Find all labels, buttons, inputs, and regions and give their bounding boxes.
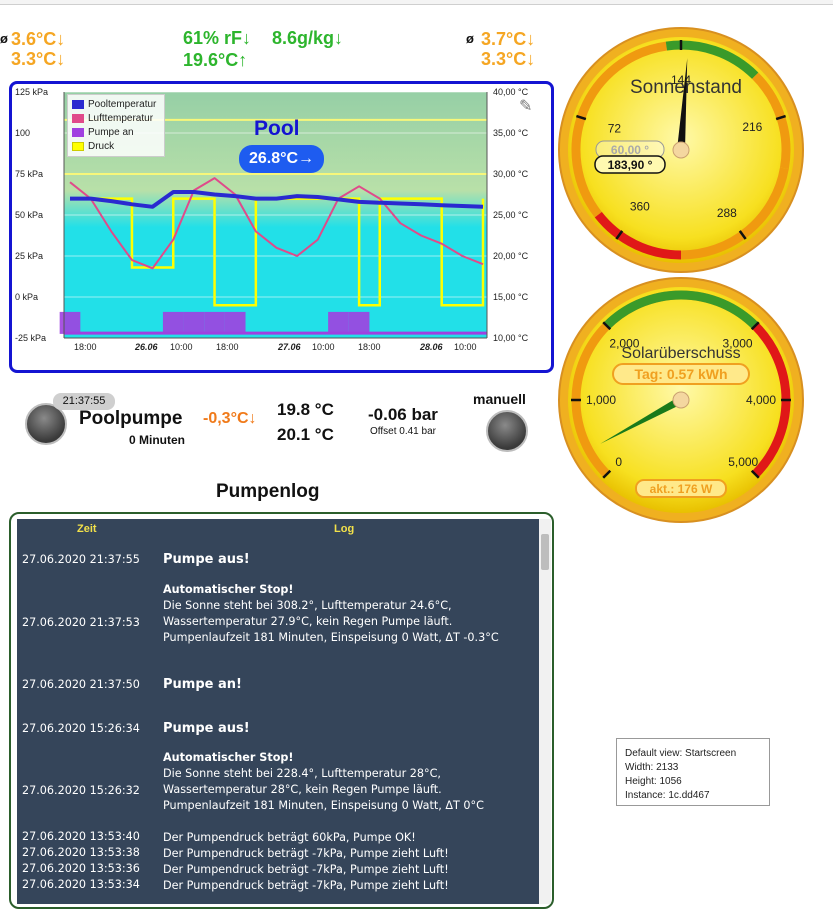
mode-label: manuell bbox=[473, 391, 526, 407]
y-left-tick-label: 50 kPa bbox=[15, 210, 43, 220]
info-instance: Instance: 1c.dd467 bbox=[625, 790, 710, 801]
browser-top-edge bbox=[0, 0, 833, 5]
pumpenlog-title: Pumpenlog bbox=[216, 481, 320, 502]
x-tick-label: 10:00 bbox=[170, 342, 193, 352]
x-tick-label: 10:00 bbox=[312, 342, 335, 352]
gauge-current-label: akt.: 176 W bbox=[650, 482, 713, 496]
pump-delta: -0,3°C↓ bbox=[203, 410, 257, 427]
legend-item-pool: Pooltemperatur bbox=[72, 97, 160, 111]
info-height: Height: 1056 bbox=[625, 776, 682, 787]
x-tick-label: 18:00 bbox=[216, 342, 239, 352]
gauge-tick-label: 5,000 bbox=[728, 455, 758, 469]
pump-on-bar bbox=[204, 311, 225, 334]
gauge-day-label: Tag: 0.57 kWh bbox=[634, 366, 727, 382]
pool-chart[interactable]: 125 kPa 100 75 kPa 50 kPa 25 kPa 0 kPa -25 kPa… bbox=[9, 81, 554, 373]
legend-item-luft: Lufttemperatur bbox=[72, 111, 160, 125]
gauge-tick-label: 72 bbox=[608, 121, 622, 135]
gauge-title: Solarüberschuss bbox=[621, 345, 740, 362]
y-right-tick-label: 15,00 °C bbox=[493, 292, 529, 302]
y-left-tick-label: 125 kPa bbox=[15, 87, 48, 97]
x-tick-label: 26.06 bbox=[134, 342, 159, 352]
gauge-tick-label: 360 bbox=[630, 200, 650, 214]
y-right-tick-label: 25,00 °C bbox=[493, 210, 529, 220]
gauge-tick-label: 288 bbox=[717, 206, 737, 220]
y-right-tick-label: 10,00 °C bbox=[493, 333, 529, 343]
x-tick-label: 28.06 bbox=[419, 342, 444, 352]
pumpenlog-body: Zeit Log 27.06.2020 21:37:55 Pumpe aus! … bbox=[17, 519, 539, 904]
right-temp-1: 3.7°C↓ bbox=[481, 29, 536, 49]
pump-on-bar bbox=[59, 311, 81, 334]
right-temp-2: 3.3°C↓ bbox=[481, 49, 536, 69]
pump-on-bar bbox=[348, 311, 370, 334]
x-tick-label: 18:00 bbox=[358, 342, 381, 352]
info-width: Width: 2133 bbox=[625, 762, 679, 773]
humidity-readout: 61% rF↓ bbox=[183, 28, 252, 48]
y-left-tick-label: -25 kPa bbox=[15, 333, 46, 343]
y-right-tick-label: 35,00 °C bbox=[493, 128, 529, 138]
y-left-tick-label: 100 bbox=[15, 128, 30, 138]
pump-label: Poolpumpe bbox=[79, 408, 183, 429]
pool-title: Pool bbox=[254, 117, 300, 140]
gauge-ghost-value: 60,00 ° bbox=[611, 143, 649, 157]
gauge-hub bbox=[672, 391, 690, 409]
left-temp-2: 3.3°C↓ bbox=[11, 49, 66, 69]
pump-on-bar bbox=[224, 311, 246, 334]
view-info-box: Default view: Startscreen Width: 2133 He… bbox=[616, 738, 770, 806]
x-tick-label: 10:00 bbox=[454, 342, 477, 352]
log-scrollbar[interactable] bbox=[539, 519, 551, 904]
x-tick-label: 18:00 bbox=[74, 342, 97, 352]
abs-humidity-readout: 8.6g/kg↓ bbox=[272, 28, 344, 48]
gauge-hub bbox=[672, 141, 690, 159]
gauge-tick-label: 216 bbox=[742, 120, 762, 134]
y-right-tick-label: 30,00 °C bbox=[493, 169, 529, 179]
pump-on-bar bbox=[183, 311, 205, 334]
solar-surplus-gauge: 01,0002,000 3,0004,0005,000Solarüberschus… bbox=[558, 277, 804, 523]
col-log-header: Log bbox=[334, 523, 355, 535]
pumpenlog-header: Zeit Log bbox=[17, 519, 539, 539]
pressure-offset: Offset 0.41 bar bbox=[370, 426, 436, 437]
legend-item-pumpe: Pumpe an bbox=[72, 125, 160, 139]
avg-symbol-left: ø bbox=[0, 31, 8, 46]
gauge-value: 183,90 ° bbox=[608, 158, 653, 172]
col-time-header: Zeit bbox=[77, 523, 97, 535]
x-tick-label: 27.06 bbox=[277, 342, 302, 352]
gauge-tick-label: 0 bbox=[615, 455, 622, 469]
manual-mode-lamp[interactable] bbox=[486, 410, 528, 452]
y-right-tick-label: 20,00 °C bbox=[493, 251, 529, 261]
avg-symbol-right: ø bbox=[466, 31, 474, 46]
log-scrollbar-thumb[interactable] bbox=[541, 534, 549, 570]
y-left-tick-label: 0 kPa bbox=[15, 292, 38, 302]
sun-position-gauge: 72144216288360Sonnenstand60,00 °183,90 ° bbox=[558, 27, 804, 273]
gauge-tick-label: 1,000 bbox=[586, 393, 616, 407]
pump-on-bar bbox=[162, 311, 184, 334]
temp-out: 20.1 °C bbox=[277, 425, 334, 444]
y-left-tick-label: 75 kPa bbox=[15, 169, 43, 179]
pressure-readout: -0.06 bar bbox=[368, 405, 438, 424]
info-default-view: Default view: Startscreen bbox=[625, 748, 737, 759]
chart-legend: Pooltemperatur Lufttemperatur Pumpe an D… bbox=[67, 94, 165, 157]
left-temp-1: 3.6°C↓ bbox=[11, 29, 66, 49]
legend-item-druck: Druck bbox=[72, 139, 160, 153]
pencil-icon[interactable]: ✎ bbox=[519, 96, 532, 116]
pump-minutes: 0 Minuten bbox=[129, 433, 185, 447]
y-left-tick-label: 25 kPa bbox=[15, 251, 43, 261]
gauge-tick-label: 4,000 bbox=[746, 393, 776, 407]
pool-temp-badge: 26.8°C→ bbox=[239, 145, 324, 173]
pumpenlog-table[interactable]: Zeit Log 27.06.2020 21:37:55 Pumpe aus! … bbox=[9, 512, 554, 909]
pump-on-bar bbox=[328, 311, 349, 334]
air-temp-readout: 19.6°C↑ bbox=[183, 50, 248, 70]
temp-in: 19.8 °C bbox=[277, 400, 334, 419]
